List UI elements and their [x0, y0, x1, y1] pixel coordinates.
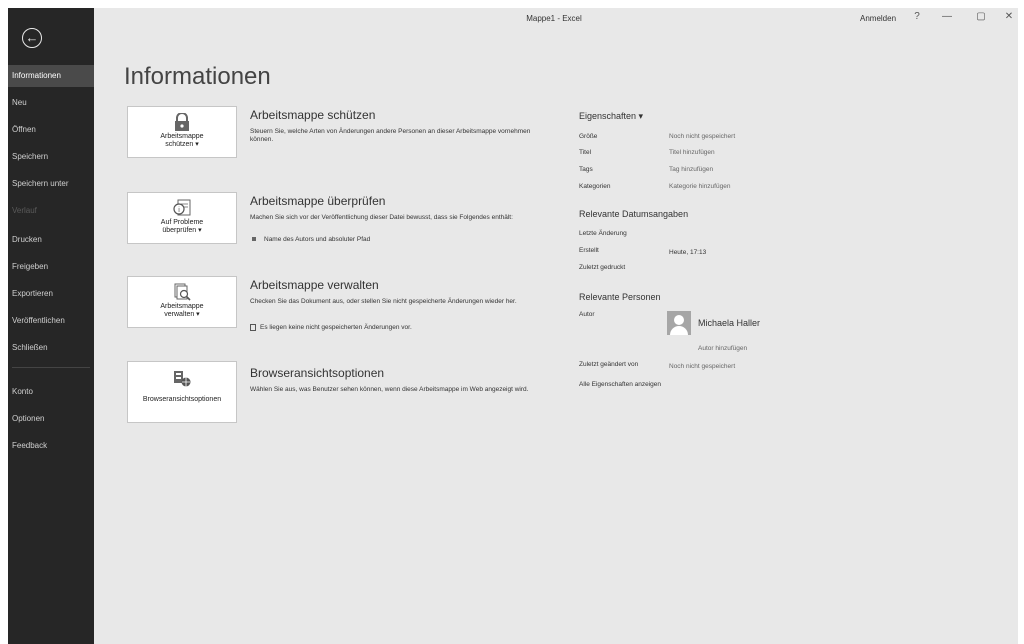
manage-workbook-label: Arbeitsmappe verwalten ▾ — [160, 303, 204, 318]
protect-section-title: Arbeitsmappe schützen — [250, 108, 376, 122]
protect-workbook-button[interactable]: Arbeitsmappe schützen ▾ — [127, 106, 237, 158]
manage-workbook-button[interactable]: Arbeitsmappe verwalten ▾ — [127, 276, 237, 328]
backstage-sidebar: ← Informationen Neu Öffnen Speichern Spe… — [8, 8, 94, 644]
manage-section-description: Checken Sie das Dokument aus, oder stell… — [250, 298, 517, 305]
window-title: Mappe1 - Excel — [526, 14, 582, 23]
prop-value-size: Noch nicht gespeichert — [669, 133, 736, 140]
last-modified-by-label: Zuletzt geändert von — [579, 361, 639, 368]
manage-section-title: Arbeitsmappe verwalten — [250, 278, 379, 292]
prop-label-size: Größe — [579, 133, 598, 140]
page-title: Informationen — [124, 63, 271, 90]
inspect-bullet-text: Name des Autors und absoluter Pfad — [264, 236, 371, 243]
minimize-icon[interactable]: — — [940, 11, 954, 22]
date-value-created: Heute, 17:13 — [669, 249, 707, 256]
inspect-section-description: Machen Sie sich vor der Veröffentlichung… — [250, 214, 513, 221]
sidebar-item-schliessen[interactable]: Schließen — [8, 337, 94, 359]
protect-workbook-label: Arbeitsmappe schützen ▾ — [160, 133, 204, 148]
last-modified-by-value: Noch nicht gespeichert — [669, 363, 736, 370]
people-header: Relevante Personen — [579, 292, 661, 302]
sidebar-item-informationen[interactable]: Informationen — [8, 65, 94, 87]
sidebar-item-exportieren[interactable]: Exportieren — [8, 283, 94, 305]
browser-view-options-button[interactable]: Browseransichtsoptionen — [127, 361, 237, 423]
inspect-section-title: Arbeitsmappe überprüfen — [250, 194, 386, 208]
browser-section-title: Browseransichtsoptionen — [250, 366, 385, 380]
avatar-body-shape — [670, 326, 688, 335]
author-avatar — [667, 311, 691, 335]
inspect-bullet: Name des Autors und absoluter Pfad — [250, 236, 370, 243]
dates-header: Relevante Datumsangaben — [579, 209, 689, 219]
manage-workbook-icon — [174, 283, 191, 301]
prop-label-title: Titel — [579, 149, 592, 156]
date-label-last-modified: Letzte Änderung — [579, 230, 627, 237]
author-name[interactable]: Michaela Haller — [698, 318, 760, 328]
restore-icon[interactable]: ▢ — [974, 11, 988, 22]
sidebar-item-feedback[interactable]: Feedback — [8, 435, 94, 457]
sidebar-item-oeffnen[interactable]: Öffnen — [8, 119, 94, 141]
sidebar-item-neu[interactable]: Neu — [8, 92, 94, 114]
sidebar-item-veroeffentlichen[interactable]: Veröffentlichen — [8, 310, 94, 332]
protect-section-description: Steuern Sie, welche Arten von Änderungen… — [250, 128, 531, 143]
browser-view-icon — [174, 371, 191, 387]
inspect-icon: i — [173, 199, 191, 216]
document-icon — [250, 324, 256, 331]
date-label-created: Erstellt — [579, 247, 599, 254]
close-icon[interactable]: ✕ — [1002, 11, 1016, 22]
title-bar: Mappe1 - Excel Anmelden ? — ▢ ✕ — [94, 8, 1018, 34]
sidebar-item-optionen[interactable]: Optionen — [8, 408, 94, 430]
bullet-square-icon — [252, 237, 256, 242]
lock-icon — [175, 113, 189, 131]
prop-label-categories: Kategorien — [579, 183, 611, 190]
prop-value-tags[interactable]: Tag hinzufügen — [669, 166, 713, 173]
check-issues-label: Auf Probleme überprüfen ▾ — [160, 219, 204, 234]
author-label: Autor — [579, 311, 595, 318]
browser-view-label: Browseransichtsoptionen — [142, 396, 222, 403]
back-arrow-icon[interactable]: ← — [22, 28, 42, 48]
manage-bullet: Es liegen keine nicht gespeicherten Ände… — [250, 324, 412, 331]
manage-bullet-text: Es liegen keine nicht gespeicherten Ände… — [260, 324, 412, 332]
add-author-link[interactable]: Autor hinzufügen — [698, 345, 747, 352]
sidebar-item-speichern[interactable]: Speichern — [8, 146, 94, 168]
sidebar-item-freigeben[interactable]: Freigeben — [8, 256, 94, 278]
prop-value-title[interactable]: Titel hinzufügen — [669, 149, 715, 156]
browser-section-description: Wählen Sie aus, was Benutzer sehen könne… — [250, 386, 529, 393]
signin-link[interactable]: Anmelden — [860, 14, 896, 23]
date-label-last-printed: Zuletzt gedruckt — [579, 264, 626, 271]
prop-value-categories[interactable]: Kategorie hinzufügen — [669, 183, 730, 190]
prop-label-tags: Tags — [579, 166, 593, 173]
show-all-properties-link[interactable]: Alle Eigenschaften anzeigen — [579, 381, 661, 388]
excel-backstage-window: ← Informationen Neu Öffnen Speichern Spe… — [8, 8, 1018, 644]
sidebar-item-speichern-unter[interactable]: Speichern unter — [8, 173, 94, 195]
sidebar-item-verlauf: Verlauf — [12, 206, 37, 215]
check-issues-button[interactable]: i Auf Probleme überprüfen ▾ — [127, 192, 237, 244]
properties-header[interactable]: Eigenschaften ▾ — [579, 111, 643, 122]
sidebar-item-drucken[interactable]: Drucken — [8, 229, 94, 251]
sidebar-divider — [12, 367, 90, 368]
sidebar-item-konto[interactable]: Konto — [8, 381, 94, 403]
avatar-head-shape — [674, 315, 684, 325]
help-icon[interactable]: ? — [910, 11, 924, 22]
